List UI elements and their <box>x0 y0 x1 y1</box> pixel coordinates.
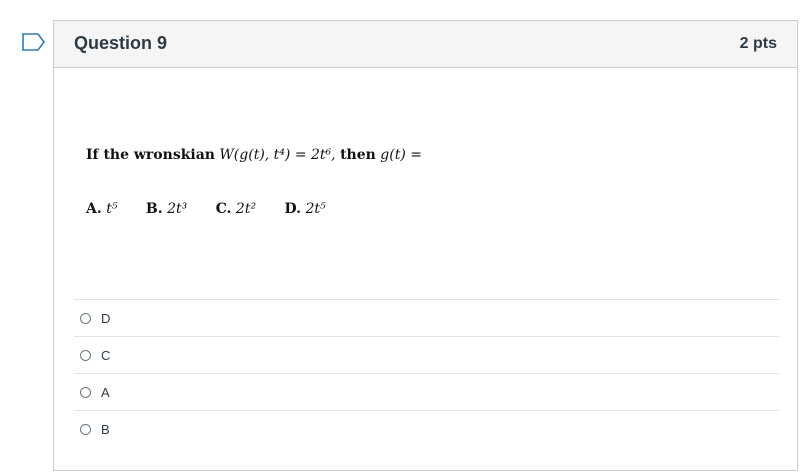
radio-button[interactable] <box>80 423 91 435</box>
question-header: Question 9 2 pts <box>54 21 797 68</box>
radio-button[interactable] <box>80 349 91 361</box>
choice-b: B. 2t³ <box>146 201 187 217</box>
answer-option-a[interactable]: A <box>74 373 779 410</box>
prompt-then: then <box>340 147 376 163</box>
question-card: Question 9 2 pts If the wronskian W(g(t)… <box>53 20 798 471</box>
choice-d-letter: D. <box>284 201 302 217</box>
choice-d-expr: 2t⁵ <box>305 201 326 217</box>
choice-c: C. 2t² <box>216 201 256 217</box>
answer-label: C <box>101 347 111 363</box>
choice-c-expr: 2t² <box>235 201 257 217</box>
choice-b-expr: 2t³ <box>167 201 188 217</box>
question-title: Question 9 <box>74 33 168 53</box>
choice-list: A. t⁵ B. 2t³ C. 2t² D. 2t⁵ <box>86 201 350 217</box>
choice-a: A. t⁵ <box>86 201 117 217</box>
prompt-formula: W(g(t), t⁴) = 2t⁶, <box>219 147 336 163</box>
prompt-result: g(t) = <box>380 147 422 163</box>
choice-a-letter: A. <box>86 201 102 217</box>
answer-label: B <box>101 421 110 437</box>
answer-option-d[interactable]: D <box>74 299 779 336</box>
answer-option-c[interactable]: C <box>74 336 779 373</box>
flag-question-icon[interactable] <box>22 33 46 51</box>
question-prompt: If the wronskian W(g(t), t⁴) = 2t⁶, then… <box>86 147 422 163</box>
choice-a-expr: t⁵ <box>106 201 118 217</box>
choice-b-letter: B. <box>145 201 163 217</box>
answer-options: D C A B <box>74 299 779 447</box>
question-points: 2 pts <box>739 35 777 52</box>
choice-d: D. 2t⁵ <box>285 201 326 217</box>
answer-label: A <box>101 384 110 400</box>
answer-label: D <box>101 310 111 326</box>
choice-c-letter: C. <box>215 201 232 217</box>
answer-option-b[interactable]: B <box>74 410 779 447</box>
prompt-prefix: If the wronskian <box>86 147 215 163</box>
radio-button[interactable] <box>80 312 91 324</box>
radio-button[interactable] <box>80 386 91 398</box>
